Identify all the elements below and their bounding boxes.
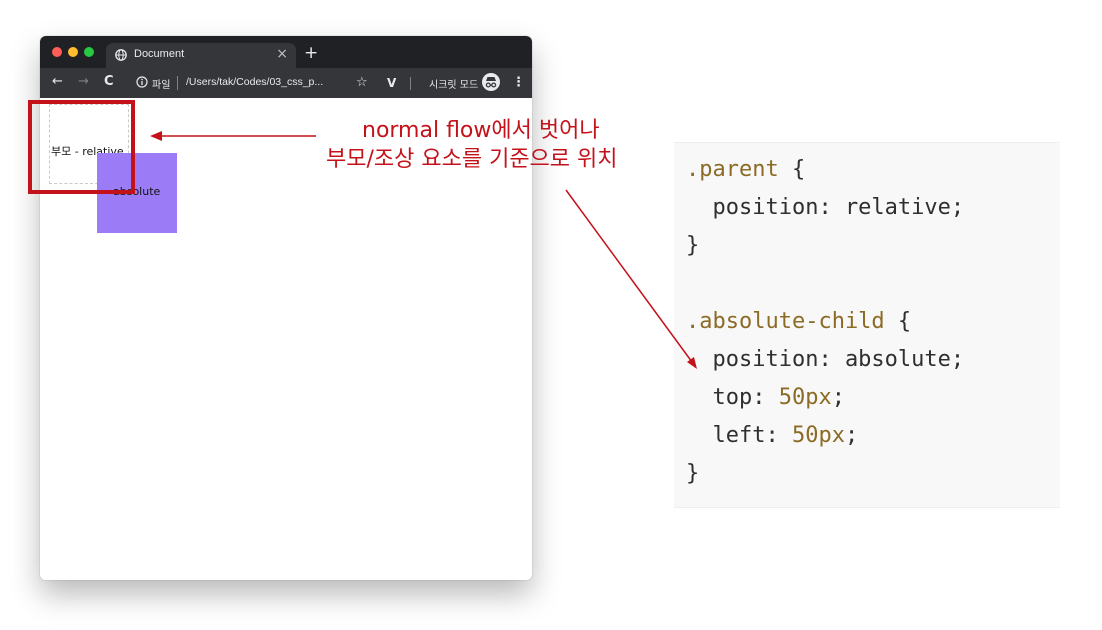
code-line-3: } [686,233,700,258]
left-property: left: [686,423,792,448]
reload-button[interactable]: C [104,74,114,90]
omnibox-divider [177,76,178,90]
top-value: 50px [778,385,832,410]
browser-toolbar: ← → C 파일 /Users/tak/Codes/03_css_p... ☆ … [40,68,532,98]
highlight-rectangle [28,100,135,194]
vue-devtools-icon[interactable]: V [387,75,396,91]
absolute-child-selector: .absolute-child [686,309,885,334]
new-tab-button[interactable]: + [304,43,318,63]
toolbar-divider [410,77,411,90]
code-line-1: .parent { [686,157,805,183]
tab-document[interactable]: Document × [106,43,296,68]
code-line-2: position: relative; [686,195,965,220]
parent-selector: .parent [686,157,779,182]
code-line-7: top: 50px; [686,385,845,411]
forward-button[interactable]: → [78,74,89,90]
globe-icon [115,49,127,61]
kebab-menu-icon[interactable]: ⋮ [512,75,525,91]
title-bar: Document × + [40,36,532,68]
url-text[interactable]: /Users/tak/Codes/03_css_p... [186,76,323,88]
minimize-window-button[interactable] [68,47,78,57]
back-button[interactable]: ← [52,74,63,90]
incognito-icon[interactable] [482,73,500,91]
scheme-label: 파일 [152,80,171,91]
info-icon [136,76,148,88]
zoom-window-button[interactable] [84,47,94,57]
annotation-line-1: normal flow에서 벗어나 [362,118,600,143]
open-brace: { [884,309,912,334]
semicolon: ; [844,423,859,448]
code-line-5: .absolute-child { [686,309,911,335]
open-brace: { [778,157,806,182]
top-property: top: [686,385,779,410]
tab-close-icon[interactable]: × [276,46,288,62]
tab-title: Document [134,48,185,60]
code-panel: .parent { position: relative; } .absolut… [674,142,1060,508]
star-icon[interactable]: ☆ [356,75,368,91]
close-window-button[interactable] [52,47,62,57]
semicolon: ; [831,385,845,410]
left-value: 50px [791,423,845,448]
code-line-8: left: 50px; [686,423,858,449]
incognito-label: 시크릿 모드 [429,80,479,91]
code-line-6: position: absolute; [686,347,965,372]
annotation-line-2: 부모/조상 요소를 기준으로 위치 [326,147,618,172]
code-line-9: } [686,461,700,486]
incognito-glyph-icon [485,77,497,88]
